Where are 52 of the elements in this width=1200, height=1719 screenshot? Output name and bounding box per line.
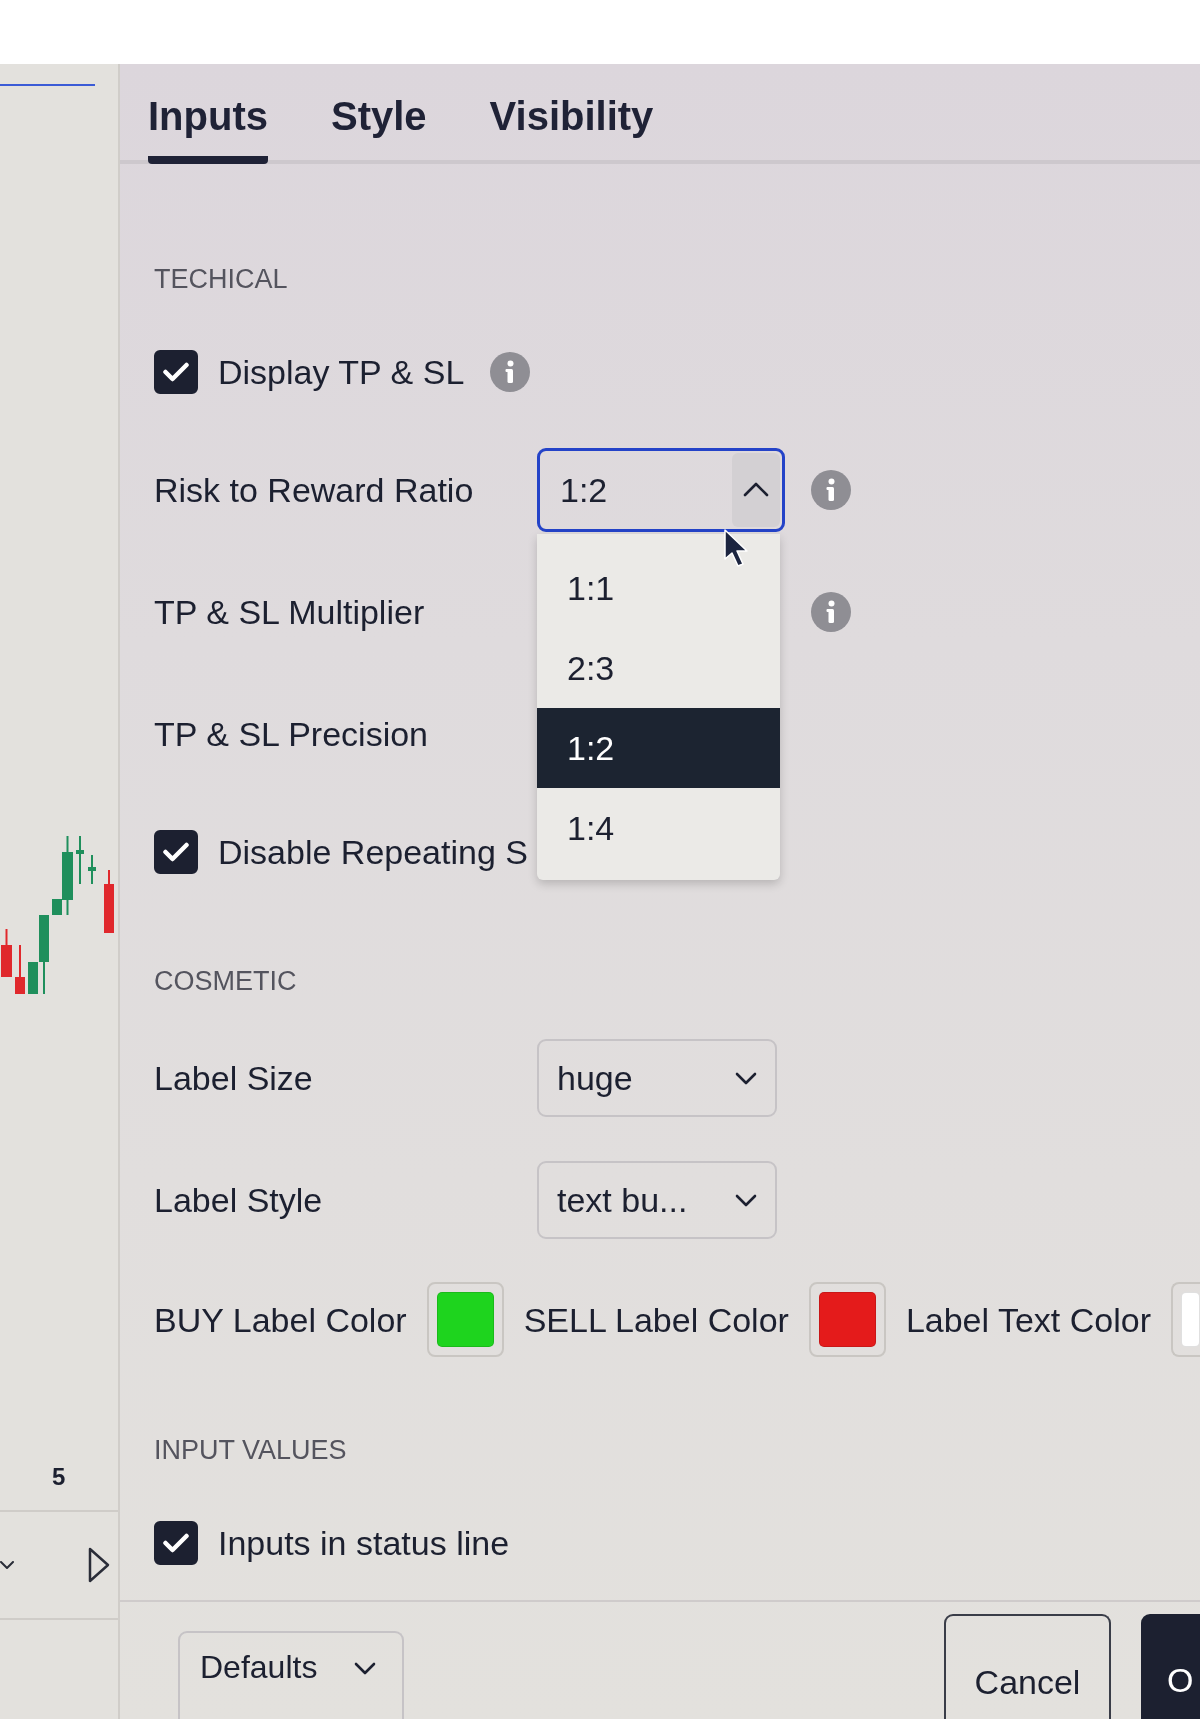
dropdown-option[interactable]: 1:2 [537, 708, 780, 788]
color-picker-button[interactable] [426, 1282, 504, 1357]
ok-button[interactable]: O [1141, 1614, 1200, 1719]
dropdown-option[interactable]: 2:3 [537, 628, 780, 708]
info-icon[interactable] [811, 470, 851, 510]
color-label: BUY Label Color [154, 1299, 407, 1340]
checkbox-label: Display TP & SL [218, 352, 465, 392]
field-label: Label Style [154, 1180, 324, 1220]
checkbox-label: Inputs in status line [218, 1523, 510, 1563]
chevron-down-icon [735, 1071, 757, 1085]
checkbox[interactable] [154, 350, 198, 394]
color-picker-button[interactable] [808, 1282, 886, 1357]
candle [104, 869, 114, 934]
field-label: TP & SL Precision [154, 714, 429, 754]
candle [88, 854, 96, 885]
select-field[interactable]: 1:2 [537, 448, 785, 532]
dropdown-option[interactable]: 1:4 [537, 788, 780, 868]
axis-label: 5 [52, 1464, 66, 1490]
field-label: Label Size [154, 1058, 314, 1098]
cursor-icon [723, 528, 749, 568]
select-field[interactable]: huge [537, 1039, 777, 1117]
info-icon[interactable] [811, 592, 851, 632]
chevron-down-icon [354, 1662, 376, 1675]
candle [76, 835, 84, 885]
chevron-down-icon[interactable] [0, 1560, 14, 1570]
info-icon[interactable] [490, 352, 531, 392]
chevron-up-icon [732, 453, 780, 527]
tab[interactable]: Visibility [489, 88, 654, 164]
check-icon [163, 1533, 189, 1553]
cancel-button[interactable]: Cancel [944, 1614, 1111, 1719]
check-icon [163, 362, 189, 382]
check-icon [163, 842, 189, 862]
triangle-right-icon[interactable] [88, 1547, 110, 1583]
checkbox[interactable] [154, 830, 198, 874]
checkbox[interactable] [154, 1521, 198, 1565]
tab[interactable]: Inputs [148, 88, 268, 164]
candle [15, 944, 25, 995]
select-field[interactable]: text bu... [537, 1161, 777, 1239]
color-label: Label Text Color [905, 1299, 1151, 1340]
checkbox-label: Disable Repeating S [218, 832, 528, 872]
field-label: Risk to Reward Ratio [154, 470, 475, 510]
color-picker-button[interactable] [1170, 1282, 1200, 1357]
tab[interactable]: Style [331, 88, 427, 164]
color-label: SELL Label Color [523, 1299, 789, 1340]
section-heading: INPUT VALUES [154, 1433, 347, 1467]
defaults-dropdown[interactable]: Defaults [178, 1631, 404, 1719]
dropdown-option[interactable]: 1:1 [537, 548, 780, 628]
chevron-down-icon [735, 1193, 757, 1207]
field-label: TP & SL Multiplier [154, 592, 426, 632]
section-heading: COSMETIC [154, 964, 297, 998]
candle [1, 928, 12, 978]
section-heading: TECHICAL [154, 262, 288, 296]
